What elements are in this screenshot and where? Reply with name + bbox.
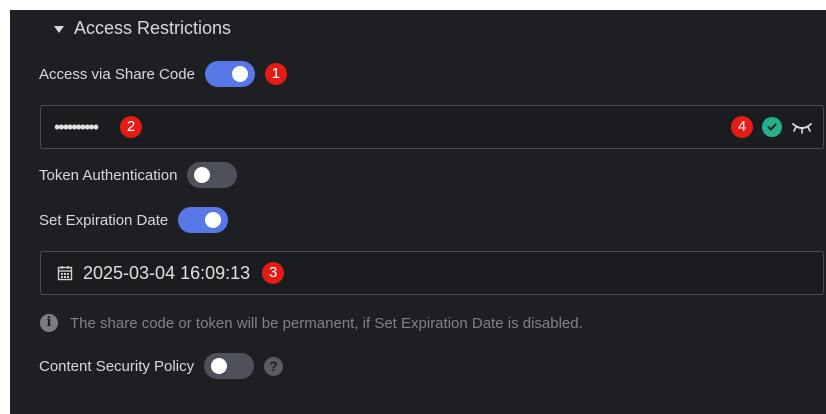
expiration-date-value[interactable]: 2025-03-04 16:09:13 [83,263,250,284]
expiration-label: Set Expiration Date [39,211,169,229]
expiration-toggle[interactable] [178,207,229,233]
input-suffix: 4 [731,106,813,148]
share-code-value[interactable]: •••••••••• [54,118,99,136]
csp-toggle[interactable] [204,353,255,379]
expiration-row: Set Expiration Date [39,207,229,233]
annotation-marker-2: 2 [120,116,143,138]
share-code-toggle[interactable] [204,61,255,87]
expiration-date-input[interactable]: 2025-03-04 16:09:13 3 [40,251,824,295]
annotation-marker-4: 4 [731,116,753,138]
toggle-knob [194,167,211,183]
caret-down-icon[interactable] [54,26,64,33]
token-auth-row: Token Authentication [39,162,238,188]
share-code-row: Access via Share Code 1 [39,61,287,87]
token-auth-label: Token Authentication [39,166,178,184]
info-icon: i [40,314,58,332]
eye-closed-icon[interactable] [791,120,813,134]
toggle-knob [211,358,228,374]
hint-text: The share code or token will be permanen… [70,314,583,332]
calendar-icon [57,266,73,281]
check-circle-icon [762,117,782,137]
expiration-hint: i The share code or token will be perman… [40,314,583,332]
access-restrictions-panel: Access Restrictions Access via Share Cod… [10,10,826,414]
csp-label: Content Security Policy [39,357,195,375]
toggle-knob [231,66,248,82]
annotation-marker-1: 1 [264,63,287,85]
token-auth-toggle[interactable] [187,162,238,188]
help-icon[interactable]: ? [264,356,284,376]
csp-row: Content Security Policy ? [39,353,284,379]
annotation-marker-3: 3 [262,262,285,284]
share-code-input[interactable]: •••••••••• 2 4 [40,105,824,149]
section-header[interactable]: Access Restrictions [54,18,231,39]
share-code-label: Access via Share Code [39,65,195,83]
section-title: Access Restrictions [74,18,232,38]
toggle-knob [205,212,222,228]
